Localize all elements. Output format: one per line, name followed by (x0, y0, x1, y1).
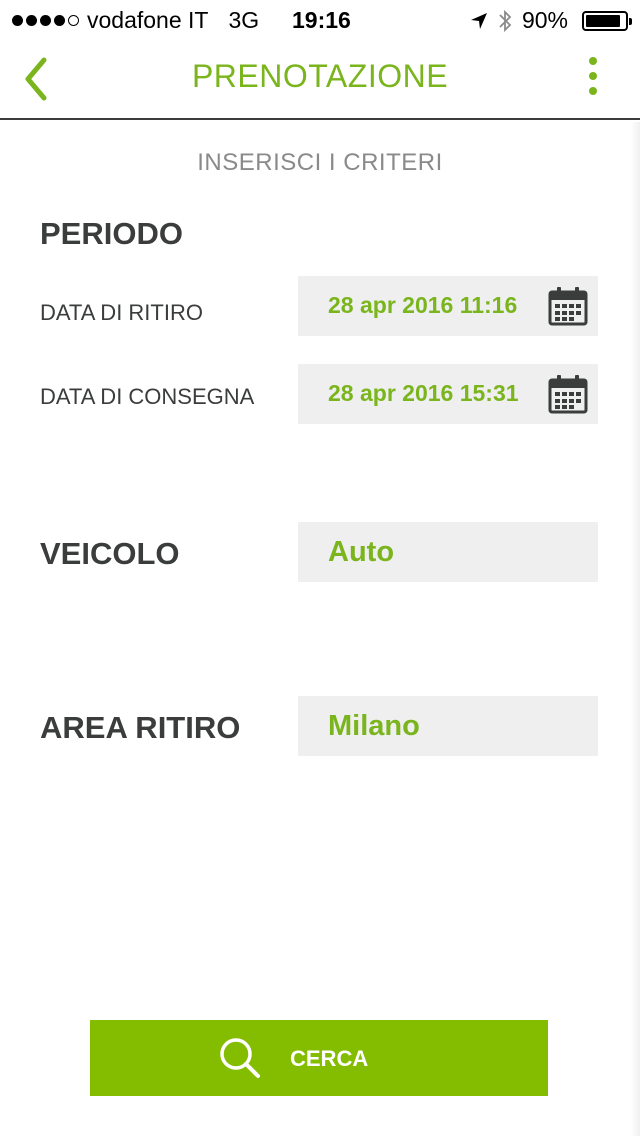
pickup-area-select[interactable]: Milano (298, 696, 598, 756)
more-menu-button[interactable] (586, 56, 600, 96)
battery-fill (586, 14, 621, 27)
delivery-date-picker[interactable]: 28 apr 2016 15:31 (298, 364, 598, 424)
delivery-date-label: DATA DI CONSEGNA (40, 384, 255, 409)
network-type: 3G (228, 7, 260, 33)
app-screen: vodafone IT 3G 19:16 90% PRENOTAZIONE IN… (0, 0, 640, 1136)
edge-shadow (630, 122, 640, 1136)
pickup-date-label: DATA DI RITIRO (40, 300, 203, 325)
delivery-date-value: 28 apr 2016 15:31 (328, 380, 519, 406)
search-button-label: CERCA (290, 1046, 369, 1071)
calendar-icon[interactable] (548, 374, 588, 414)
signal-dot (40, 15, 51, 26)
search-button[interactable]: CERCA (90, 1020, 548, 1096)
battery-icon (582, 10, 632, 31)
search-icon (220, 1038, 260, 1078)
status-time: 19:16 (292, 7, 351, 33)
signal-dot (26, 15, 37, 26)
pickup-date-value: 28 apr 2016 11:16 (328, 292, 518, 318)
battery-percent: 90% (521, 7, 568, 33)
location-arrow-icon (470, 12, 487, 29)
calendar-icon[interactable] (548, 286, 588, 326)
pickup-date-picker[interactable]: 28 apr 2016 11:16 (298, 276, 598, 336)
vehicle-value: Auto (328, 536, 395, 568)
signal-dot (54, 15, 65, 26)
area-heading: AREA RITIRO (40, 710, 241, 745)
signal-strength-icon (12, 15, 79, 26)
signal-dot (12, 15, 23, 26)
status-left: vodafone IT 3G (12, 7, 259, 34)
criteria-subtitle: INSERISCI I CRITERI (197, 149, 443, 176)
status-right: 90% (470, 7, 632, 34)
vehicle-select[interactable]: Auto (298, 522, 598, 582)
pickup-area-value: Milano (328, 710, 420, 742)
carrier-name: vodafone IT (87, 7, 209, 33)
nav-bar: PRENOTAZIONE (0, 40, 640, 120)
periodo-heading: PERIODO (40, 216, 183, 251)
veicolo-heading: VEICOLO (40, 536, 180, 571)
page-title: PRENOTAZIONE (191, 58, 449, 94)
status-bar: vodafone IT 3G 19:16 90% (0, 0, 640, 40)
more-vertical-icon (589, 57, 597, 95)
bluetooth-icon (499, 9, 512, 32)
signal-dot-empty (68, 15, 79, 26)
